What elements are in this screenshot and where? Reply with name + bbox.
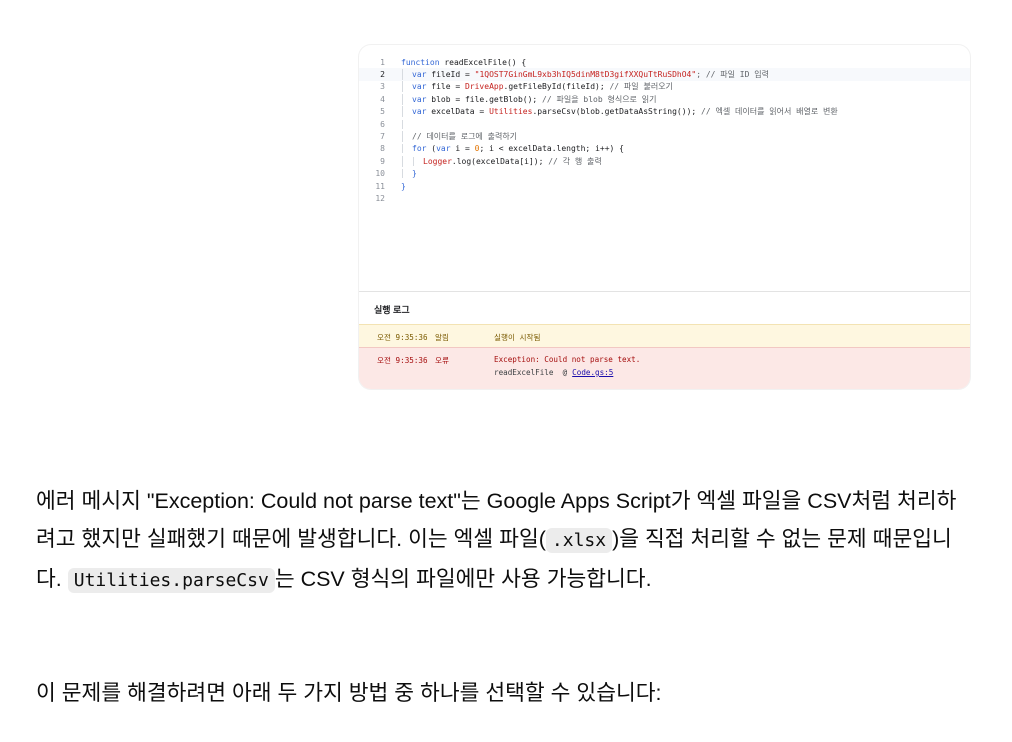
code-line: 10} [359, 168, 970, 180]
code-line: 7// 데이터를 로그에 출력하기 [359, 130, 970, 143]
line-number: 12 [375, 193, 385, 203]
execution-log-title: 실행 로그 [374, 305, 410, 315]
log-level: 알림 [435, 333, 449, 342]
stack-trace: readExcelFile @ Code.gs:5 [494, 368, 614, 377]
code-line: 8 for (var i = 0; i < excelData.length; i… [359, 143, 970, 155]
code-screenshot: 1 function readExcelFile() { 2 var fileId … [359, 45, 970, 389]
line-number: 8 [380, 144, 385, 154]
log-row-error: 오전 9:35:36 오류 Exception: Could not parse… [359, 347, 970, 389]
code-line: 5 var excelData = Utilities.parseCsv(blob… [359, 106, 970, 118]
line-number: 10 [375, 169, 385, 179]
line-number: 11 [375, 181, 385, 191]
log-level: 오류 [435, 356, 449, 365]
code-editor: 1 function readExcelFile() { 2 var fileId … [359, 45, 970, 302]
log-message: 실행이 시작됨 [494, 333, 541, 342]
line-number: 1 [380, 57, 385, 67]
log-time: 오전 9:35:36 [377, 356, 428, 365]
log-row-info: 오전 9:35:36 알림 실행이 시작됨 [359, 324, 970, 348]
code-line: 11} [359, 180, 970, 192]
explanation-paragraph: 에러 메시지 "Exception: Could not parse text"… [36, 489, 957, 593]
line-number: 7 [380, 132, 385, 142]
log-message: Exception: Could not parse text. [494, 355, 641, 364]
line-number: 5 [380, 107, 385, 117]
inline-code: Utilities.parseCsv [67, 568, 275, 593]
code-line: 6 [359, 118, 970, 130]
code-location-link[interactable]: Code.gs:5 [572, 368, 613, 377]
code-line: 9 Logger.log(excelData[i]); // 각 행 출력 [359, 155, 970, 167]
line-number: 4 [380, 94, 385, 104]
code-line: 2 var fileId = "1QOST7GinGmL9xb3hIQ5dinM8… [359, 68, 970, 81]
inline-code: .xlsx [545, 528, 613, 553]
line-number: 9 [380, 156, 385, 166]
code-line: 12 [359, 192, 970, 204]
solution-intro-paragraph: 이 문제를 해결하려면 아래 두 가지 방법 중 하나를 선택할 수 있습니다: [36, 681, 662, 705]
line-number: 6 [380, 119, 385, 129]
execution-log-panel: 실행 로그 오전 9:35:36 알림 실행이 시작됨 오전 9:35:36 오… [359, 291, 970, 389]
log-time: 오전 9:35:36 [377, 333, 428, 342]
line-number: 2 [380, 70, 385, 80]
code-line: 4 var blob = file.getBlob(); // 파일을 blob … [359, 93, 970, 105]
code-line: 1 function readExcelFile() { [359, 56, 970, 68]
code-line: 3 var file = DriveApp.getFileById(fileId)… [359, 81, 970, 93]
line-number: 3 [380, 82, 385, 92]
